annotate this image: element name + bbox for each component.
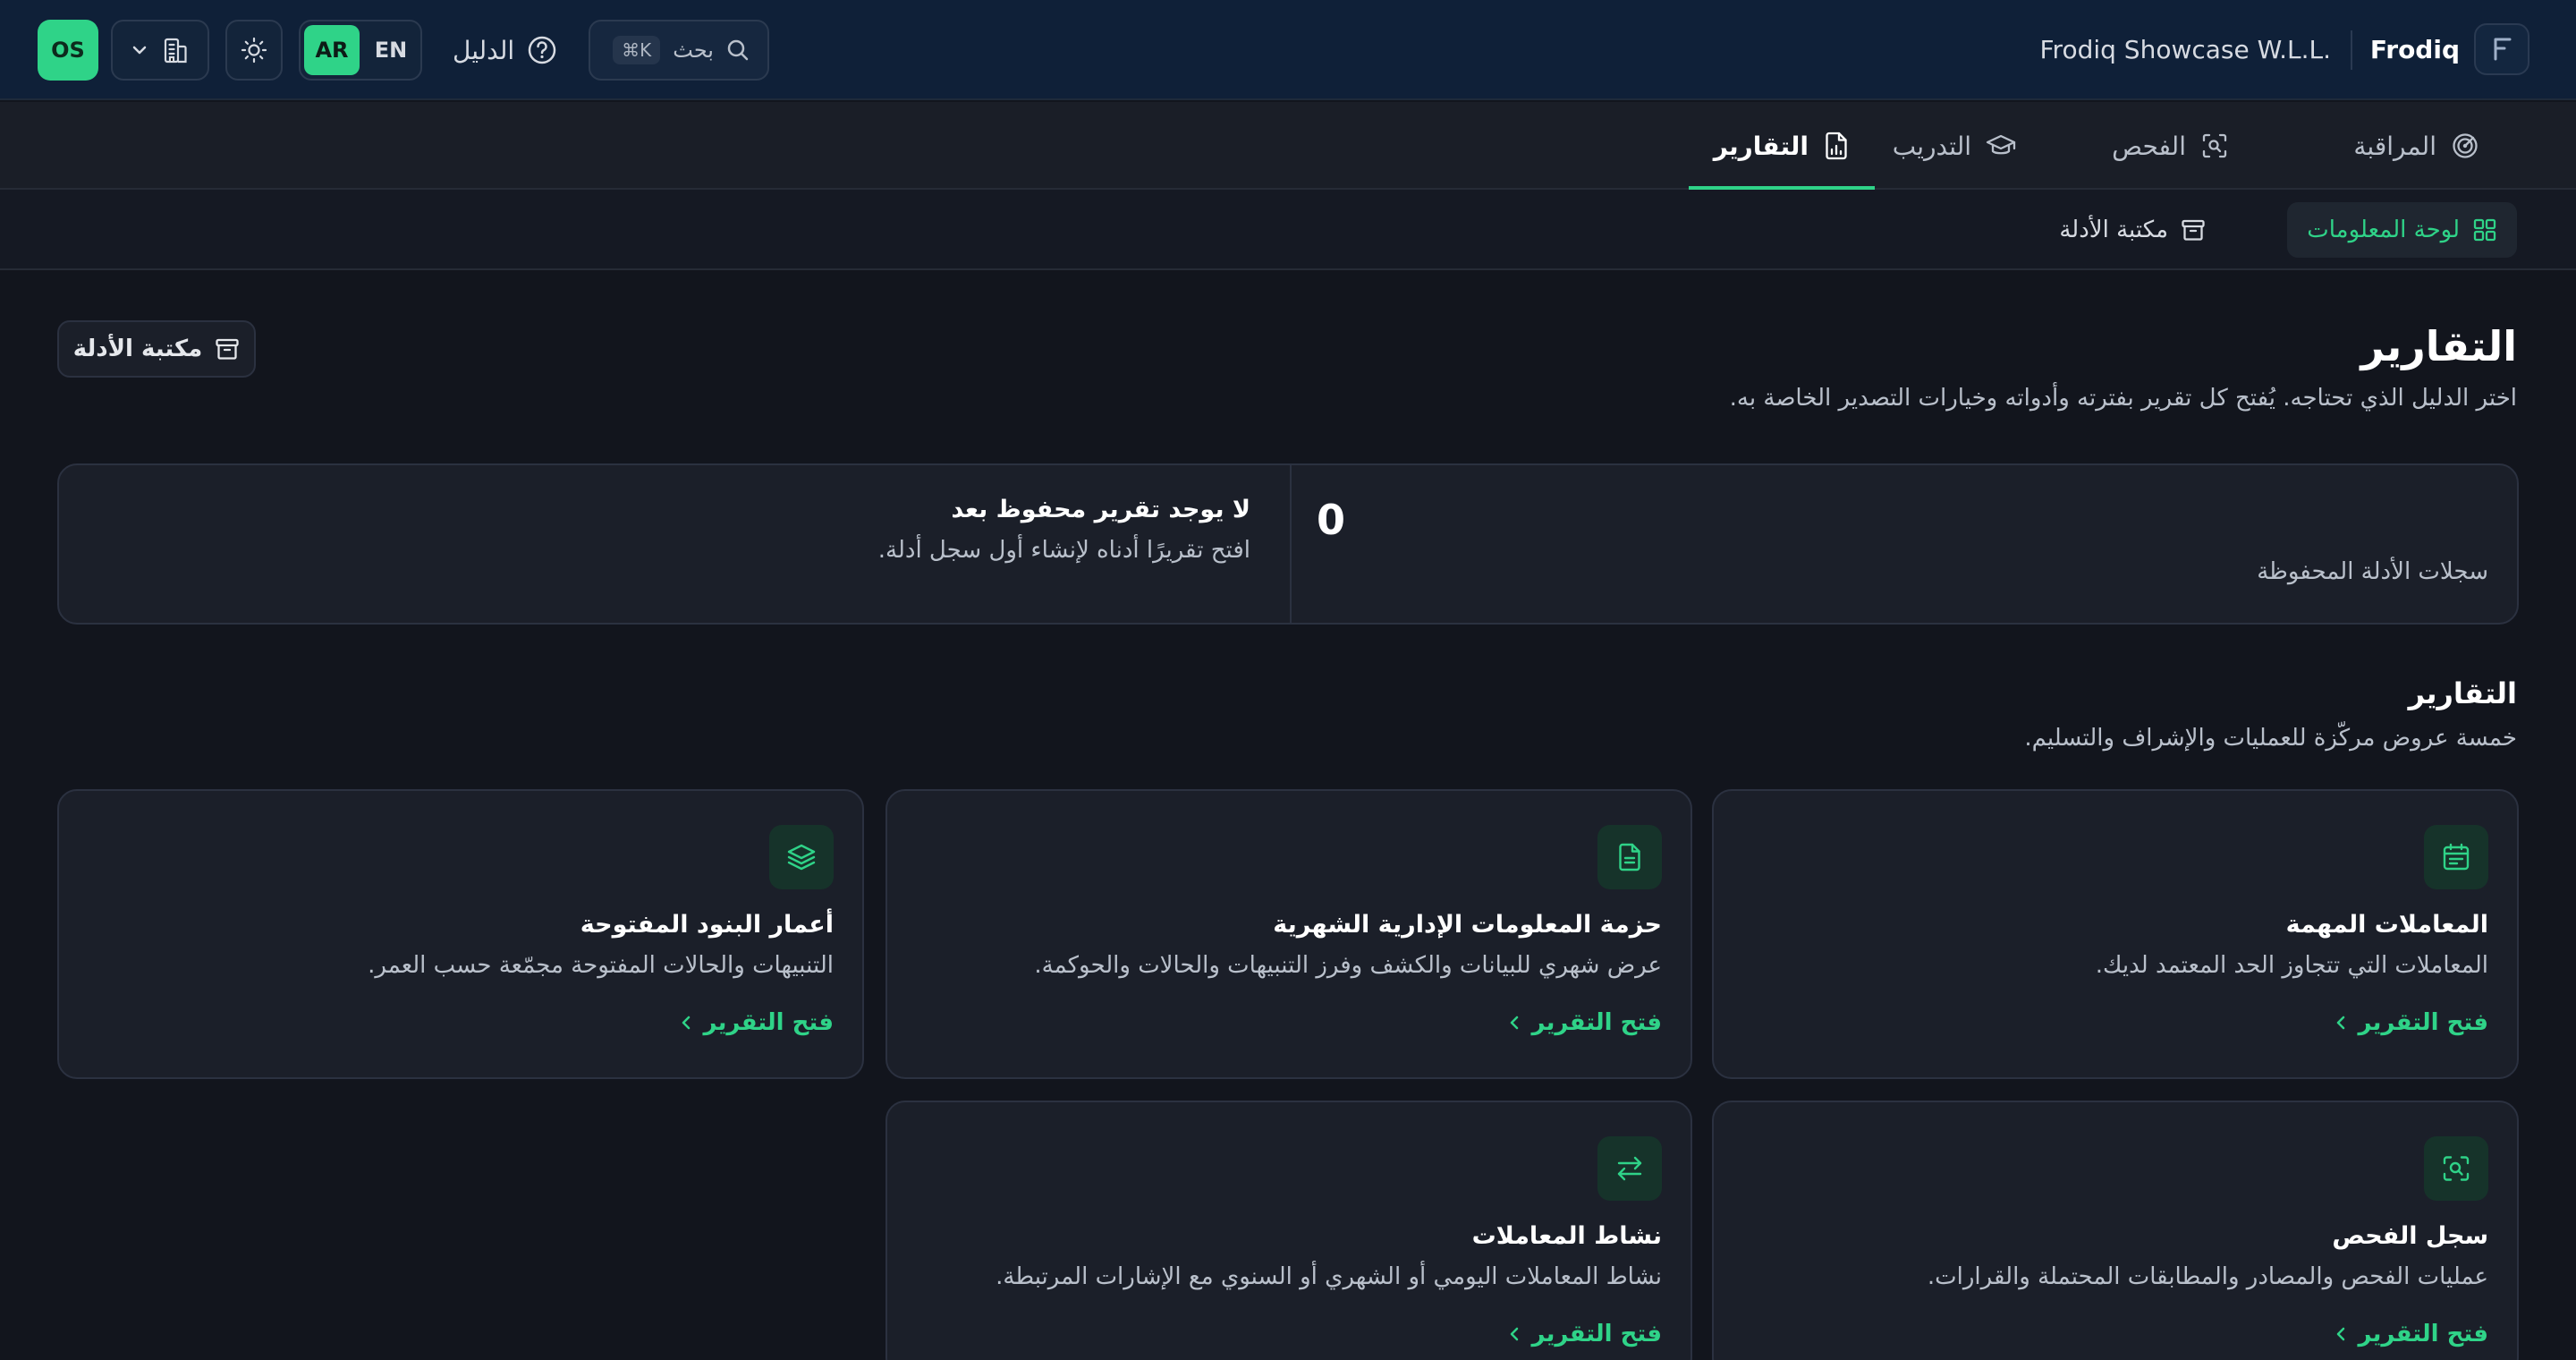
report-card-title: نشاط المعاملات: [1471, 1222, 1662, 1250]
brand-logo-icon[interactable]: [2474, 23, 2529, 75]
sub-navigation: لوحة المعلومات مكتبة الأدلة: [0, 190, 2576, 270]
report-file-icon: [1823, 131, 1850, 161]
report-card-open-items-aging[interactable]: أعمار البنود المفتوحة التنبيهات والحالات…: [57, 789, 864, 1079]
brand-divider: [2351, 30, 2352, 70]
evidence-library-button[interactable]: مكتبة الأدلة: [57, 320, 256, 378]
report-card-title: حزمة المعلومات الإدارية الشهرية: [1273, 911, 1662, 939]
summary-divider: [1290, 465, 1292, 623]
arrows-exchange-icon: [1597, 1136, 1662, 1201]
user-avatar[interactable]: OS: [38, 20, 98, 81]
page-title: التقارير: [2360, 322, 2517, 370]
reports-section-subtitle: خمسة عروض مركّزة للعمليات والإشراف والتس…: [2024, 725, 2517, 752]
building-icon: [162, 36, 189, 64]
company-name: Frodiq Showcase W.L.L.: [2039, 35, 2331, 64]
chevron-left-icon: [1508, 1015, 1521, 1031]
organization-switcher[interactable]: [111, 20, 209, 81]
report-card-transaction-activity[interactable]: نشاط المعاملات نشاط المعاملات اليومي أو …: [886, 1101, 1692, 1360]
chevron-left-icon: [2334, 1015, 2347, 1031]
open-report-label: فتح التقرير: [2358, 1009, 2488, 1036]
search-label: بحث: [673, 38, 714, 63]
search-icon: [726, 38, 750, 62]
chevron-down-icon: [131, 45, 148, 55]
empty-state-title: لا يوجد تقرير محفوظ بعد: [951, 496, 1250, 523]
theme-toggle-button[interactable]: [225, 20, 283, 81]
document-icon: [1597, 825, 1662, 889]
scan-icon: [2200, 132, 2229, 160]
lang-en-button[interactable]: EN: [365, 25, 417, 75]
open-report-label: فتح التقرير: [2358, 1321, 2488, 1347]
tab-training[interactable]: التدريب: [1868, 102, 2041, 190]
open-report-label: فتح التقرير: [1531, 1321, 1662, 1347]
report-card-description: المعاملات التي تتجاوز الحد المعتمد لديك.: [2095, 952, 2488, 979]
top-bar: Frodiq Frodiq Showcase W.L.L. ⌘K بحث الد…: [0, 0, 2576, 100]
evidence-summary-panel: 0 سجلات الأدلة المحفوظة لا يوجد تقرير مح…: [57, 463, 2519, 625]
archive-icon: [215, 336, 240, 361]
tab-label: التقارير: [1713, 131, 1809, 161]
grid-icon: [2472, 217, 2497, 242]
tab-screening[interactable]: الفحص: [2087, 102, 2254, 190]
layers-icon: [769, 825, 834, 889]
report-card-title: أعمار البنود المفتوحة: [580, 911, 834, 939]
guide-link[interactable]: الدليل: [453, 27, 557, 73]
report-card-title: المعاملات المهمة: [2285, 911, 2488, 939]
archive-icon: [2181, 217, 2206, 242]
tab-label: الفحص: [2112, 131, 2186, 161]
sun-icon: [241, 37, 267, 64]
search-shortcut: ⌘K: [613, 36, 661, 64]
report-card-description: نشاط المعاملات اليومي أو الشهري أو السنو…: [996, 1263, 1662, 1290]
subnav-label: لوحة المعلومات: [2307, 217, 2460, 243]
open-report-link[interactable]: فتح التقرير: [2334, 1321, 2488, 1347]
scan-icon: [2424, 1136, 2488, 1201]
tab-reports[interactable]: التقارير: [1688, 102, 1876, 190]
saved-evidence-label: سجلات الأدلة المحفوظة: [2257, 558, 2488, 585]
report-card-description: عمليات الفحص والمصادر والمطابقات المحتمل…: [1927, 1263, 2488, 1290]
tab-monitoring[interactable]: المراقبة: [2328, 102, 2504, 190]
report-card-monthly-mi-pack[interactable]: حزمة المعلومات الإدارية الشهرية عرض شهري…: [886, 789, 1692, 1079]
main-tabs: المراقبة الفحص التدريب التقارير: [0, 102, 2576, 190]
open-report-link[interactable]: فتح التقرير: [1508, 1321, 1662, 1347]
empty-state-subtitle: افتح تقريرًا أدناه لإنشاء أول سجل أدلة.: [877, 537, 1250, 564]
page-subtitle: اختر الدليل الذي تحتاجه. يُفتح كل تقرير …: [1729, 385, 2517, 412]
search-button[interactable]: ⌘K بحث: [589, 20, 769, 81]
chevron-left-icon: [1508, 1326, 1521, 1342]
open-report-link[interactable]: فتح التقرير: [680, 1009, 834, 1036]
evidence-library-label: مكتبة الأدلة: [72, 336, 203, 362]
saved-evidence-count: 0: [1316, 496, 1345, 544]
chevron-left-icon: [2334, 1326, 2347, 1342]
language-switcher: AR EN: [299, 20, 422, 81]
open-report-label: فتح التقرير: [703, 1009, 834, 1036]
reports-section-title: التقارير: [2408, 676, 2517, 710]
tab-label: التدريب: [1892, 131, 1971, 161]
subnav-dashboard[interactable]: لوحة المعلومات: [2287, 202, 2517, 258]
help-circle-icon: [527, 35, 557, 65]
report-card-significant-transactions[interactable]: المعاملات المهمة المعاملات التي تتجاوز ا…: [1712, 789, 2519, 1079]
report-card-screening-log[interactable]: سجل الفحص عمليات الفحص والمصادر والمطابق…: [1712, 1101, 2519, 1360]
brand-name[interactable]: Frodiq: [2370, 32, 2460, 68]
tab-label: المراقبة: [2353, 131, 2436, 161]
open-report-link[interactable]: فتح التقرير: [1508, 1009, 1662, 1036]
chevron-left-icon: [680, 1015, 692, 1031]
report-card-description: التنبيهات والحالات المفتوحة مجمّعة حسب ا…: [368, 952, 834, 979]
calendar-icon: [2424, 825, 2488, 889]
graduation-cap-icon: [1986, 132, 2016, 159]
open-report-link[interactable]: فتح التقرير: [2334, 1009, 2488, 1036]
subnav-evidence-library[interactable]: مكتبة الأدلة: [2039, 202, 2225, 258]
report-card-title: سجل الفحص: [2332, 1222, 2488, 1250]
open-report-label: فتح التقرير: [1531, 1009, 1662, 1036]
subnav-label: مكتبة الأدلة: [2059, 217, 2168, 243]
report-card-description: عرض شهري للبيانات والكشف وفرز التنبيهات …: [1034, 952, 1662, 979]
guide-label: الدليل: [453, 35, 515, 65]
radar-icon: [2451, 132, 2479, 160]
lang-ar-button[interactable]: AR: [304, 25, 360, 75]
